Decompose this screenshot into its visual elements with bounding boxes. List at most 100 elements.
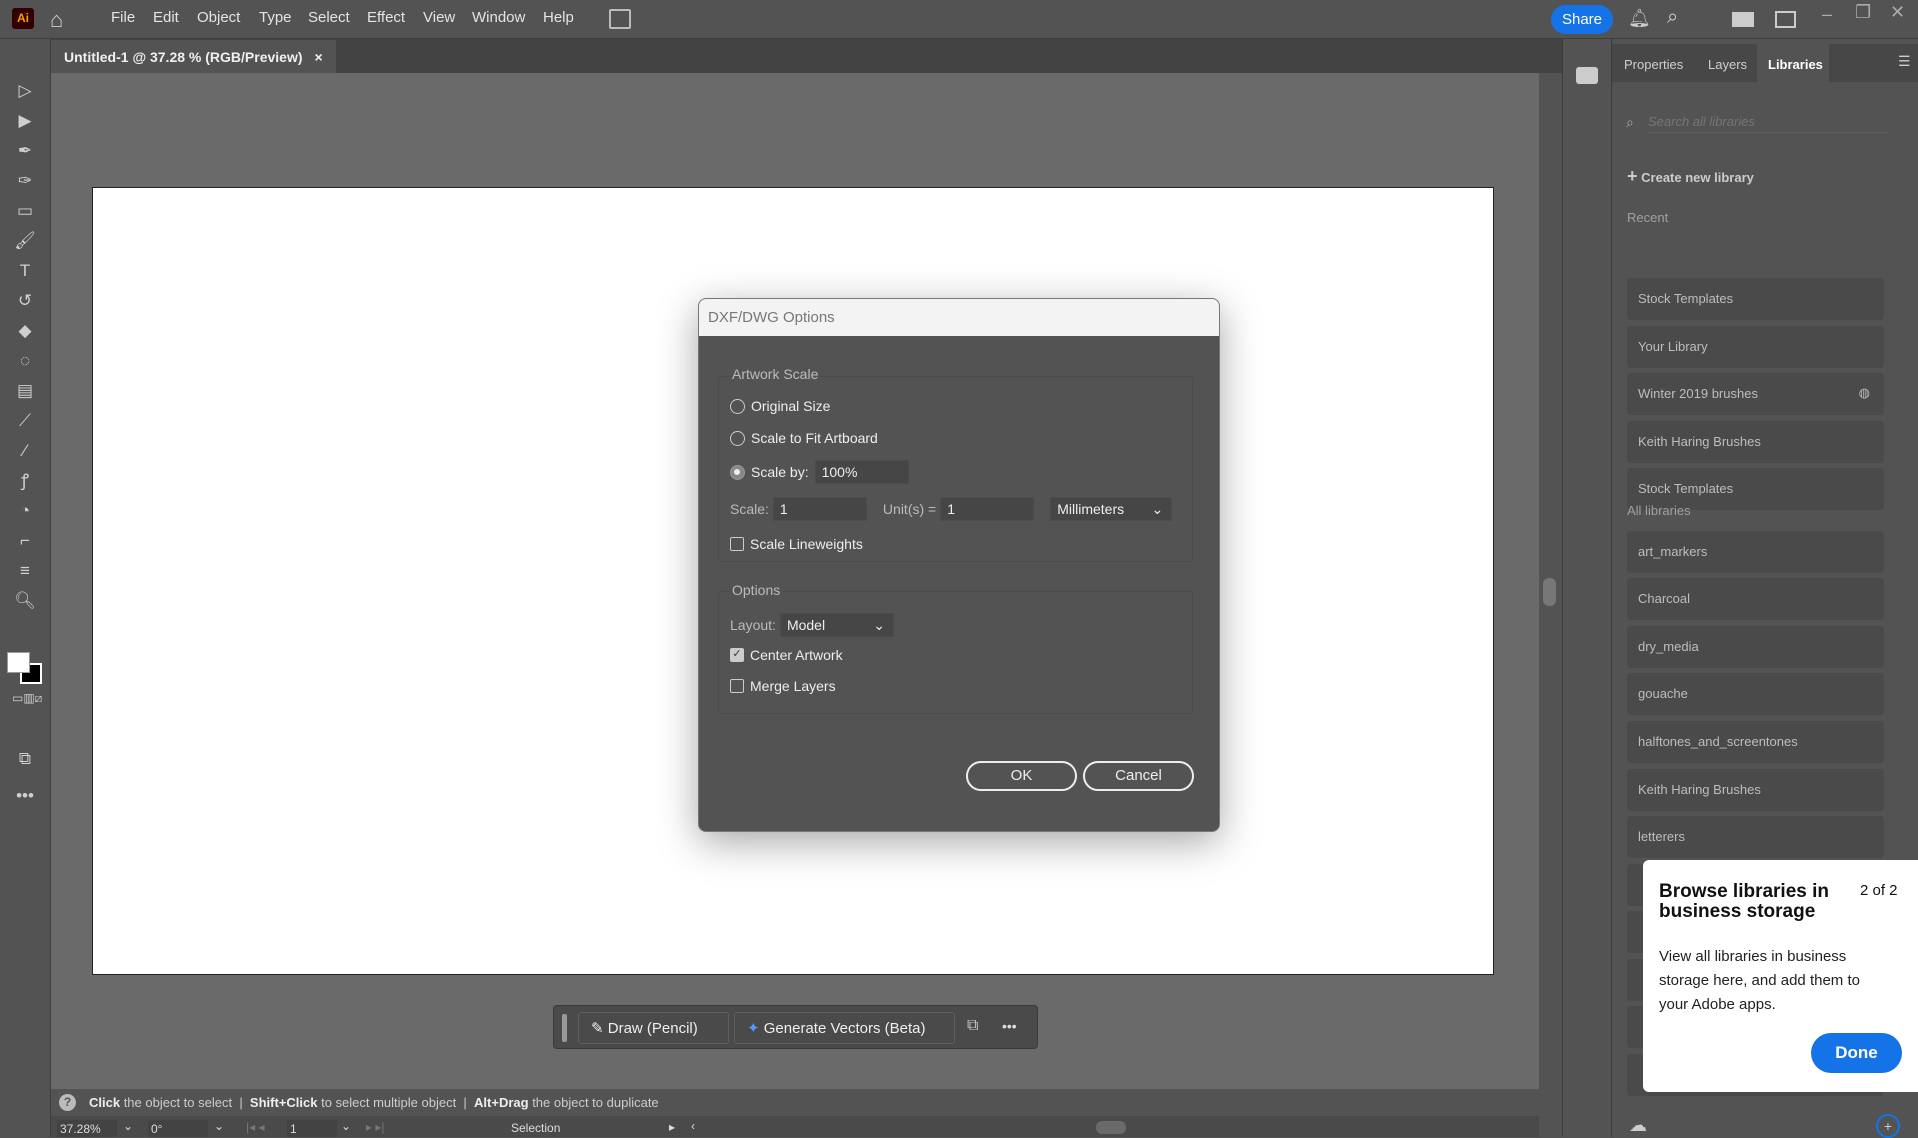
cancel-button[interactable]: Cancel (1083, 761, 1194, 791)
library-item[interactable]: Your Library (1627, 326, 1884, 368)
add-icon[interactable]: + (1876, 1114, 1900, 1138)
rotation-input[interactable]: 0° (148, 1120, 208, 1137)
add-image-icon[interactable]: ⧉ (967, 1017, 978, 1035)
library-item[interactable]: halftones_and_screentones (1627, 721, 1884, 763)
scale-input[interactable]: 1 (772, 497, 867, 521)
document-tab[interactable]: Untitled-1 @ 37.28 % (RGB/Preview) × (51, 40, 336, 73)
rotate-tool-icon[interactable]: ↺ (12, 289, 38, 313)
library-item[interactable]: Keith Haring Brushes (1627, 421, 1884, 463)
help-icon[interactable]: ? (59, 1094, 76, 1111)
graph-tool-icon[interactable]: ≡ (12, 559, 38, 583)
merge-layers-checkbox[interactable]: Merge Layers (730, 678, 836, 694)
more-tools-icon[interactable]: ••• (12, 784, 38, 808)
artboard-number-input[interactable]: 1 (287, 1120, 337, 1137)
menu-view[interactable]: View (423, 9, 455, 26)
comments-icon[interactable] (1576, 67, 1598, 84)
center-artwork-checkbox[interactable]: ✓ Center Artwork (730, 647, 843, 663)
close-window-button[interactable]: ✕ (1890, 2, 1905, 23)
library-item[interactable]: letterers (1627, 816, 1884, 858)
menu-window[interactable]: Window (472, 9, 525, 26)
search-icon: ⌕ (1626, 114, 1634, 130)
app-logo: Ai (12, 8, 34, 29)
direct-selection-tool-icon[interactable]: ▶ (12, 109, 38, 133)
original-size-radio[interactable]: Original Size (730, 398, 830, 414)
tab-properties[interactable]: Properties (1624, 57, 1683, 72)
close-tab-icon[interactable]: × (315, 49, 323, 65)
library-item[interactable]: gouache (1627, 673, 1884, 715)
restore-button[interactable]: ❐ (1855, 2, 1871, 23)
library-item[interactable]: Stock Templates (1627, 278, 1884, 320)
scale-to-fit-radio[interactable]: Scale to Fit Artboard (730, 430, 878, 446)
more-options-icon[interactable]: ••• (1002, 1018, 1017, 1034)
scale-by-input[interactable]: 100% (814, 460, 909, 484)
create-library-button[interactable]: + Create new library (1627, 166, 1754, 187)
selection-tool-icon[interactable]: ▷ (12, 79, 38, 103)
touch-workspace-icon[interactable] (609, 9, 631, 29)
home-icon[interactable]: ⌂ (50, 7, 63, 33)
type-tool-icon[interactable]: T (12, 259, 38, 283)
menu-effect[interactable]: Effect (367, 9, 405, 26)
bell-icon[interactable]: 🔔︎ (1628, 8, 1651, 29)
rectangle-tool-icon[interactable]: ▭ (12, 199, 38, 223)
library-item[interactable]: art_markers (1627, 531, 1884, 573)
eyedropper-tool-icon[interactable]: ⁄ (12, 439, 38, 463)
menu-edit[interactable]: Edit (153, 9, 179, 26)
workspace-icon[interactable] (1732, 12, 1754, 27)
horizontal-scrollbar-thumb[interactable] (1096, 1121, 1126, 1134)
menu-select[interactable]: Select (308, 9, 350, 26)
paintbrush-tool-icon[interactable]: 🖌︎ (12, 229, 38, 253)
play-icon[interactable]: ▸ (669, 1120, 675, 1134)
shape-builder-tool-icon[interactable]: ◔ (12, 499, 38, 523)
artboard-nav-prev-icon[interactable]: |◂ ◂ (246, 1120, 265, 1134)
draw-pencil-button[interactable]: ✎ Draw (Pencil) (578, 1012, 729, 1044)
measure-tool-icon[interactable]: ⟋ (12, 409, 38, 433)
menu-file[interactable]: File (111, 9, 135, 26)
artboard-nav-next-icon[interactable]: ▸ ▸| (366, 1120, 385, 1134)
artboard-tool-icon[interactable]: ⌐ (12, 529, 38, 553)
chevron-down-icon[interactable]: ⌄ (123, 1119, 133, 1133)
search-icon[interactable]: ⌕ (1667, 6, 1678, 29)
library-item[interactable]: dry_media (1627, 626, 1884, 668)
units-input[interactable]: 1 (940, 497, 1035, 521)
library-item[interactable]: Charcoal (1627, 578, 1884, 620)
library-item[interactable]: Winter 2019 brushes ◍ (1627, 373, 1884, 415)
tab-layers[interactable]: Layers (1708, 57, 1747, 72)
drag-handle[interactable] (562, 1014, 567, 1042)
generate-vectors-button[interactable]: ✦ Generate Vectors (Beta) (734, 1012, 955, 1044)
cloud-icon: ☁ (1629, 1115, 1647, 1135)
scale-by-radio[interactable]: Scale by: 100% (730, 460, 909, 484)
zoom-tool-icon[interactable]: 🔍︎ (12, 589, 38, 613)
screen-mode-icon[interactable]: ⧉ (12, 747, 38, 771)
library-search-input[interactable] (1648, 111, 1888, 133)
puppet-warp-tool-icon[interactable]: ꝭ (12, 469, 38, 493)
horizontal-scroll-left[interactable]: ‹ (691, 1119, 695, 1133)
gradient-tool-icon[interactable]: ▤ (12, 379, 38, 403)
panel-layout-icon[interactable] (1775, 11, 1796, 28)
zoom-level-input[interactable]: 37.28% (57, 1120, 117, 1137)
eraser-tool-icon[interactable]: ◆ (12, 319, 38, 343)
menu-type[interactable]: Type (259, 9, 292, 26)
minimize-button[interactable]: – (1822, 4, 1832, 25)
chevron-down-icon[interactable]: ⌄ (214, 1119, 224, 1133)
menu-object[interactable]: Object (197, 9, 240, 26)
draw-label: Draw (Pencil) (607, 1020, 698, 1037)
done-button[interactable]: Done (1811, 1033, 1902, 1073)
curvature-tool-icon[interactable]: ✑ (12, 169, 38, 193)
layout-dropdown[interactable]: Model ⌄ (779, 613, 894, 637)
unit-dropdown[interactable]: Millimeters ⌄ (1050, 497, 1173, 521)
hint-text: the object to select | (120, 1095, 250, 1110)
library-item[interactable]: Keith Haring Brushes (1627, 769, 1884, 811)
pen-tool-icon[interactable]: ✒ (12, 139, 38, 163)
lasso-tool-icon[interactable]: ◌ (12, 349, 38, 373)
color-mode-icon[interactable]: ▭▥⧄ (12, 686, 42, 710)
menu-help[interactable]: Help (543, 9, 574, 26)
chevron-down-icon[interactable]: ⌄ (341, 1119, 351, 1133)
scale-lineweights-checkbox[interactable]: Scale Lineweights (730, 536, 863, 552)
ok-button[interactable]: OK (966, 761, 1077, 791)
fill-swatch[interactable] (7, 652, 30, 673)
tab-libraries[interactable]: Libraries (1768, 57, 1823, 72)
panel-menu-icon[interactable]: ☰ (1898, 53, 1911, 70)
all-libraries-label: All libraries (1627, 503, 1691, 518)
share-button[interactable]: Share (1551, 5, 1613, 34)
vertical-scrollbar[interactable] (1539, 73, 1560, 1116)
